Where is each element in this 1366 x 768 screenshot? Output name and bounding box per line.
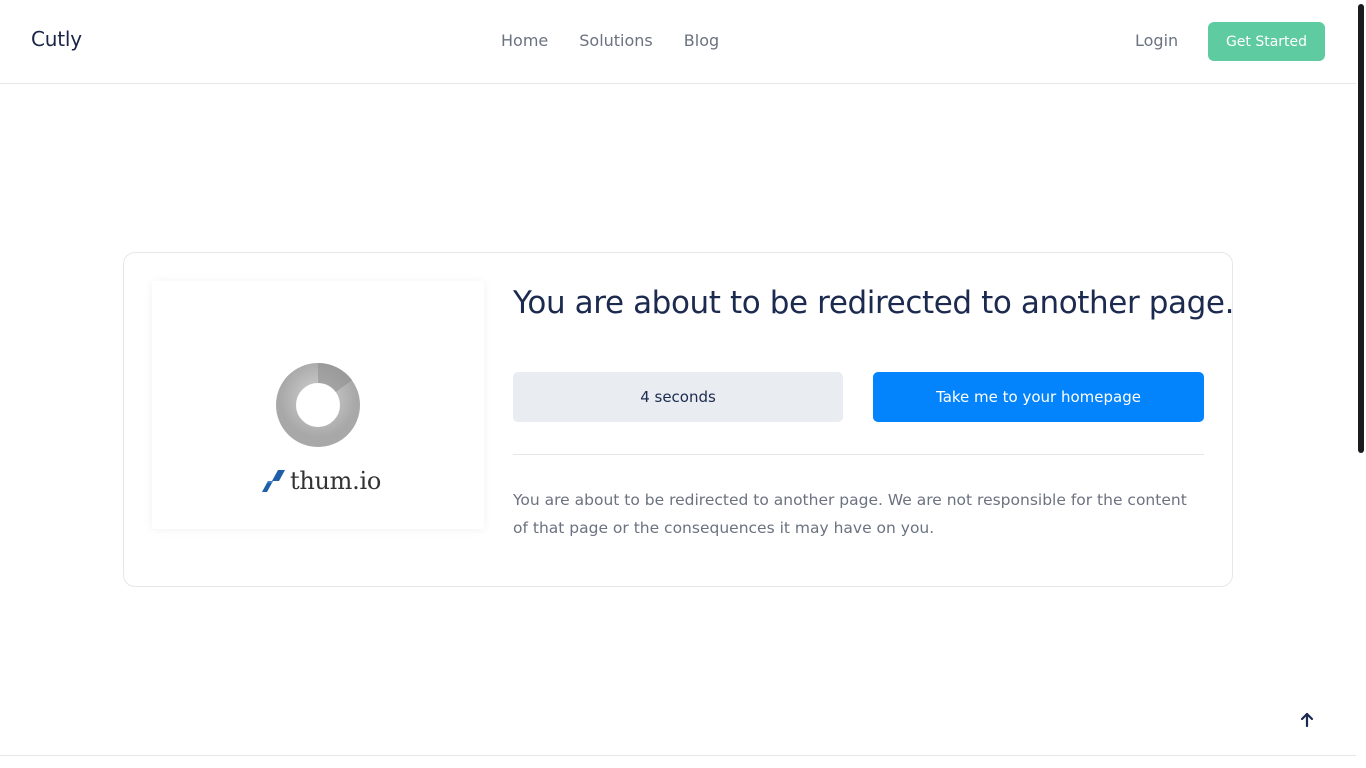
main-nav: Home Solutions Blog [501, 31, 719, 50]
login-link[interactable]: Login [1135, 31, 1178, 50]
divider [513, 454, 1204, 455]
thumio-mark-icon [262, 470, 285, 492]
brand-logo[interactable]: Cutly [31, 27, 82, 51]
footer-divider [0, 755, 1356, 756]
nav-item-blog[interactable]: Blog [684, 31, 719, 50]
nav-item-home[interactable]: Home [501, 31, 548, 50]
page-thumbnail: thum.io [152, 281, 484, 529]
countdown-badge: 4 seconds [513, 372, 843, 422]
site-header: Cutly Home Solutions Blog Login Get Star… [0, 0, 1356, 84]
arrow-up-icon[interactable] [1296, 709, 1318, 731]
thumio-logo-text: thum.io [290, 467, 381, 495]
homepage-button[interactable]: Take me to your homepage [873, 372, 1204, 422]
nav-item-solutions[interactable]: Solutions [579, 31, 653, 50]
page-scrollbar[interactable] [1356, 0, 1366, 768]
page-title: You are about to be redirected to anothe… [513, 285, 1235, 321]
scrollbar-thumb[interactable] [1358, 4, 1364, 453]
disclaimer-text: You are about to be redirected to anothe… [513, 491, 1187, 537]
redirect-card: thum.io You are about to be redirected t… [123, 252, 1235, 587]
thumio-logo: thum.io [260, 467, 381, 495]
loading-spinner-icon [276, 363, 360, 447]
get-started-button[interactable]: Get Started [1208, 22, 1325, 61]
